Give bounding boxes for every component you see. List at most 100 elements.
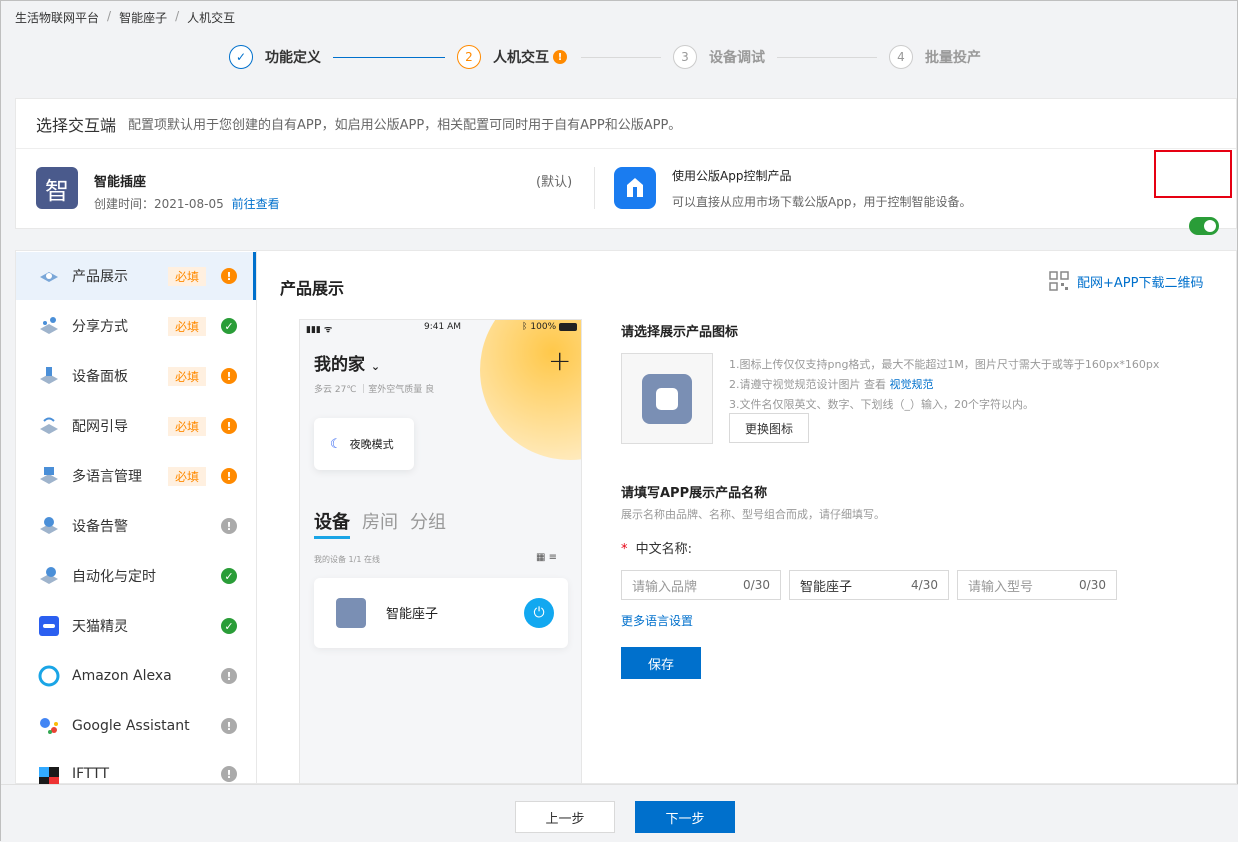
nav-item-alarm[interactable]: 设备告警 ! (16, 502, 256, 550)
icon-rule-3: 3.文件名仅限英文、数字、下划线（_）输入，20个字符以内。 (729, 398, 1034, 411)
check-icon: ✓ (221, 318, 237, 334)
public-app-title: 使用公版App控制产品 (672, 169, 792, 183)
name-section-title: 请填写APP展示产品名称 (621, 486, 768, 501)
add-icon: + (548, 344, 572, 377)
next-step-button[interactable]: 下一步 (635, 801, 735, 833)
icon-rule-1: 1.图标上传仅仅支持png格式，最大不能超过1M，图片尺寸需大于或等于160px… (729, 358, 1160, 371)
automation-icon (38, 565, 60, 587)
breadcrumb-item[interactable]: 生活物联网平台 (15, 9, 99, 26)
qr-code-icon (1049, 271, 1069, 291)
info-icon: ! (221, 518, 237, 534)
chevron-down-icon: ⌄ (370, 360, 381, 373)
step-1: ✓ 功能定义 (229, 45, 321, 69)
bluetooth-icon: ᛒ (522, 322, 528, 332)
nav-item-device-panel[interactable]: 设备面板 必填 ! (16, 352, 256, 400)
home-title: 我的家 (314, 355, 365, 375)
warning-icon: ! (221, 468, 237, 484)
warning-icon: ! (553, 50, 567, 64)
product-name-input[interactable]: 智能座子 4/30 (789, 570, 949, 600)
alarm-icon (38, 515, 60, 537)
battery-icon (559, 323, 578, 331)
phone-preview: ▮▮▮ ᯤ 9:41 AM ᛒ 100% 我的家 ⌄ + 多云 27℃ ｜室外空… (299, 319, 582, 784)
default-label: (默认) (536, 175, 573, 190)
night-mode-card: ☾ 夜晚模式 (314, 418, 414, 470)
nav-item-multilang[interactable]: 多语言管理 必填 ! (16, 452, 256, 500)
highlight-box (1154, 150, 1232, 198)
view-toggle-icon: ▦ ≡ (536, 552, 558, 563)
brand-input[interactable]: 请输入品牌 0/30 (621, 570, 781, 600)
card-description: 配置项默认用于您创建的自有APP，如启用公版APP，相关配置可同时用于自有APP… (128, 118, 682, 133)
ifttt-icon (38, 766, 60, 784)
breadcrumb-item[interactable]: 智能座子 (119, 9, 167, 26)
model-input[interactable]: 请输入型号 0/30 (957, 570, 1117, 600)
section-title: 产品展示 (280, 279, 345, 298)
step-4: 4 批量投产 (889, 45, 981, 69)
required-mark: * (621, 542, 628, 557)
visual-spec-link[interactable]: 视觉规范 (890, 378, 934, 391)
warning-icon: ! (221, 368, 237, 384)
nav-item-tmall-genie[interactable]: 天猫精灵 ✓ (16, 602, 256, 650)
tmall-genie-icon (38, 615, 60, 637)
app-avatar-icon: 智 (36, 167, 78, 209)
warning-icon: ! (221, 418, 237, 434)
prev-step-button[interactable]: 上一步 (515, 801, 615, 833)
created-time: 创建时间：2021-08-05 (94, 197, 224, 211)
footer-bar: 上一步 下一步 (1, 784, 1238, 842)
sun-decoration (480, 320, 581, 460)
nav-item-amazon-alexa[interactable]: Amazon Alexa ! (16, 652, 256, 700)
nav-item-ifttt[interactable]: IFTTT ! (16, 752, 256, 784)
step-connector (777, 57, 877, 58)
step-connector (581, 57, 661, 58)
public-app-toggle[interactable] (1189, 217, 1219, 235)
phone-tabs: 设备 房间 分组 (314, 508, 446, 539)
app-name: 智能插座 (94, 175, 147, 190)
icon-rule-2: 2.请遵守视觉规范设计图片 查看 (729, 378, 886, 391)
warning-icon: ! (221, 268, 237, 284)
language-icon (38, 465, 60, 487)
device-name: 智能座子 (386, 607, 439, 622)
config-sidebar: 产品展示 必填 ! 分享方式 必填 ✓ 设备面板 必填 ! 配网引导 必填 ! … (15, 250, 257, 784)
status-time: 9:41 AM (424, 322, 461, 332)
view-link[interactable]: 前往查看 (232, 197, 280, 211)
socket-icon (336, 598, 366, 628)
check-icon: ✓ (229, 45, 253, 69)
socket-icon (642, 373, 692, 424)
card-title: 选择交互端 (36, 115, 117, 135)
weather-info: 多云 27℃ ｜室外空气质量 良 (314, 385, 435, 395)
step-3: 3 设备调试 (673, 45, 765, 69)
product-icon-preview (621, 353, 713, 444)
more-language-link[interactable]: 更多语言设置 (621, 612, 693, 629)
network-icon (38, 415, 60, 437)
step-progress: ✓ 功能定义 2 人机交互 ! 3 设备调试 4 批量投产 (1, 41, 1238, 73)
step-2: 2 人机交互 ! (457, 45, 567, 69)
device-count: 我的设备 1/1 在线 (314, 555, 380, 564)
change-icon-button[interactable]: 更换图标 (729, 413, 809, 443)
icon-section-title: 请选择展示产品图标 (621, 325, 739, 340)
check-icon: ✓ (221, 568, 237, 584)
public-app-icon (614, 167, 656, 209)
name-section-hint: 展示名称由品牌、名称、型号组合而成，请仔细填写。 (621, 508, 885, 521)
nav-item-share[interactable]: 分享方式 必填 ✓ (16, 302, 256, 350)
share-icon (38, 315, 60, 337)
nav-item-product-display[interactable]: 产品展示 必填 ! (16, 252, 256, 300)
info-icon: ! (221, 718, 237, 734)
info-icon: ! (221, 668, 237, 684)
qr-code-link[interactable]: 配网+APP下载二维码 (1049, 271, 1203, 291)
signal-icon: ▮▮▮ ᯤ (306, 325, 333, 335)
nav-item-automation[interactable]: 自动化与定时 ✓ (16, 552, 256, 600)
google-assistant-icon (38, 715, 60, 737)
device-card: 智能座子 ⏻ (314, 578, 568, 648)
breadcrumb-current: 人机交互 (187, 11, 236, 25)
divider (594, 167, 595, 209)
save-button[interactable]: 保存 (621, 647, 701, 679)
battery-level: 100% (530, 322, 557, 332)
check-icon: ✓ (221, 618, 237, 634)
step-connector (333, 57, 445, 58)
panel-icon (38, 365, 60, 387)
alexa-icon (38, 665, 60, 687)
moon-icon: ☾ (330, 436, 342, 452)
breadcrumb: 生活物联网平台 / 智能座子 / 人机交互 (15, 9, 236, 26)
nav-item-network-guide[interactable]: 配网引导 必填 ! (16, 402, 256, 450)
nav-item-google-assistant[interactable]: Google Assistant ! (16, 702, 256, 750)
select-terminal-card: 选择交互端 配置项默认用于您创建的自有APP，如启用公版APP，相关配置可同时用… (15, 98, 1237, 235)
